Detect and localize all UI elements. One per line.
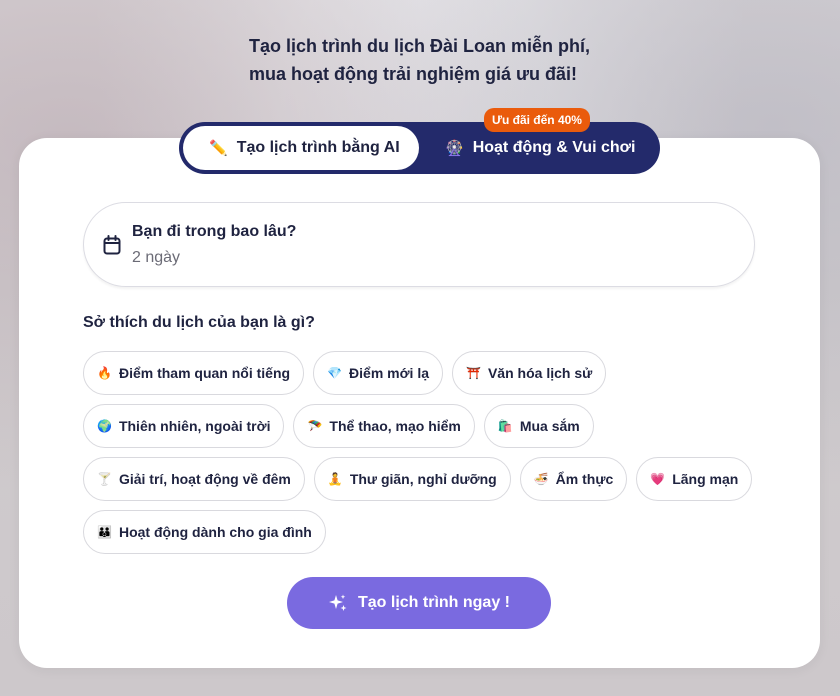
chip-row: 👪 Hoạt động dành cho gia đình: [83, 510, 763, 554]
headline-line-2: mua hoạt động trải nghiệm giá ưu đãi!: [249, 64, 578, 84]
chip-row: 🔥 Điểm tham quan nổi tiếng 💎 Điểm mới lạ ⛩️ V…: [83, 351, 763, 395]
tab-activities-label: Hoạt động & Vui chơi: [472, 139, 636, 156]
interest-chip[interactable]: 💗 Lãng mạn: [636, 457, 753, 501]
promo-badge: Ưu đãi đến 40%: [484, 108, 590, 132]
interest-chip[interactable]: 🛍️ Mua sắm: [483, 404, 594, 448]
duration-question: Bạn đi trong bao lâu?: [132, 223, 297, 240]
interest-chip[interactable]: 🌍 Thiên nhiên, ngoài trời: [83, 404, 285, 448]
interest-chip-label: Giải trí, hoạt động về đêm: [118, 471, 291, 487]
interest-chip-label: Điểm mới lạ: [349, 365, 430, 381]
torii-gate-icon: ⛩️: [466, 366, 481, 380]
interest-chip[interactable]: 🍸 Giải trí, hoạt động về đêm: [83, 457, 305, 501]
interest-chip-label: Hoạt động dành cho gia đình: [118, 524, 312, 540]
interest-chip-label: Thể thao, mạo hiểm: [329, 418, 461, 434]
interest-chip[interactable]: 🪂 Thể thao, mạo hiểm: [293, 404, 475, 448]
meditation-icon: 🧘: [327, 472, 343, 486]
interest-chip-label: Thiên nhiên, ngoài trời: [118, 418, 271, 434]
interest-chip-label: Văn hóa lịch sử: [487, 365, 593, 381]
fire-icon: 🔥: [97, 366, 112, 380]
duration-value: 2 ngày: [132, 249, 181, 266]
calendar-icon: [103, 235, 121, 260]
shopping-bags-icon: 🛍️: [497, 419, 513, 433]
interest-chip[interactable]: 👪 Hoạt động dành cho gia đình: [83, 510, 326, 554]
interests-question: Sở thích du lịch của bạn là gì?: [83, 314, 315, 331]
chip-row: 🌍 Thiên nhiên, ngoài trời 🪂 Thể thao, mạo h…: [83, 404, 763, 448]
create-itinerary-button[interactable]: Tạo lịch trình ngay !: [287, 577, 551, 629]
interest-chip[interactable]: 🧘 Thư giãn, nghỉ dưỡng: [313, 457, 511, 501]
interest-chip-label: Điểm tham quan nổi tiếng: [118, 365, 291, 381]
interest-chip[interactable]: 🍜 Ẩm thực: [519, 457, 628, 501]
tab-activities[interactable]: 🎡 Hoạt động & Vui chơi: [419, 126, 656, 170]
noodle-bowl-icon: 🍜: [533, 472, 549, 486]
chip-row: 🍸 Giải trí, hoạt động về đêm 🧘 Thư giãn, ng…: [83, 457, 763, 501]
cocktail-icon: 🍸: [97, 472, 112, 486]
ferris-wheel-icon: 🎡: [445, 140, 464, 157]
headline-line-1: Tạo lịch trình du lịch Đài Loan miễn phí…: [249, 36, 591, 56]
interest-chip[interactable]: 🔥 Điểm tham quan nổi tiếng: [83, 351, 305, 395]
interest-chip-label: Thư giãn, nghỉ dưỡng: [349, 471, 497, 487]
mode-toggle: ✏️ Tạo lịch trình bằng AI 🎡 Hoạt động & …: [179, 122, 660, 174]
interest-chip-label: Mua sắm: [519, 418, 580, 434]
create-itinerary-label: Tạo lịch trình ngay !: [357, 594, 510, 611]
sparkles-icon: [328, 593, 348, 613]
heart-icon: 💗: [650, 472, 666, 486]
globe-icon: 🌍: [97, 419, 112, 433]
duration-selector[interactable]: Bạn đi trong bao lâu? 2 ngày: [83, 202, 755, 287]
page-headline: Tạo lịch trình du lịch Đài Loan miễn phí…: [0, 32, 840, 88]
pencil-icon: ✏️: [209, 140, 228, 157]
gem-icon: 💎: [327, 366, 343, 380]
parachute-icon: 🪂: [307, 419, 323, 433]
tab-ai-itinerary-label: Tạo lịch trình bằng AI: [236, 139, 400, 156]
interest-chip-label: Lãng mạn: [672, 471, 739, 487]
interest-chip[interactable]: ⛩️ Văn hóa lịch sử: [452, 351, 607, 395]
interest-chips: 🔥 Điểm tham quan nổi tiếng 💎 Điểm mới lạ ⛩️ V…: [83, 351, 763, 563]
tab-ai-itinerary[interactable]: ✏️ Tạo lịch trình bằng AI: [183, 126, 419, 170]
family-icon: 👪: [97, 525, 112, 539]
interest-chip[interactable]: 💎 Điểm mới lạ: [313, 351, 444, 395]
interest-chip-label: Ẩm thực: [555, 471, 614, 487]
